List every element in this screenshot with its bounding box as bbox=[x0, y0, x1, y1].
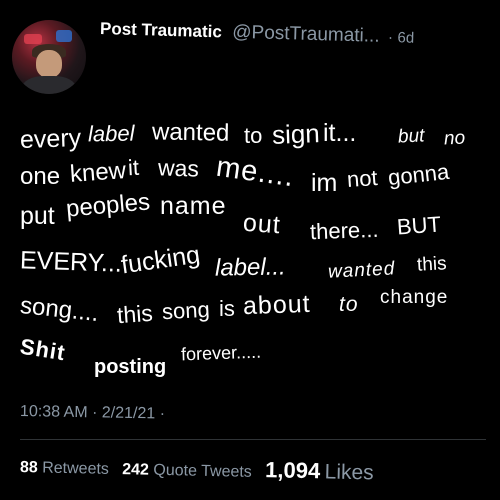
tweet-word: peoples bbox=[64, 188, 152, 223]
tweet-word: Shit bbox=[18, 333, 68, 366]
tweet-word: is bbox=[219, 296, 235, 321]
quote-tweets-count: 242 bbox=[122, 461, 150, 479]
tweet-word: but bbox=[397, 125, 425, 148]
tweet-date: 2/21/21 bbox=[101, 404, 156, 423]
tweet-word: out bbox=[242, 208, 282, 240]
tweet-word: song bbox=[161, 296, 211, 325]
likes-label: Likes bbox=[324, 460, 374, 485]
quote-tweets-label: Quote Tweets bbox=[153, 461, 252, 481]
retweets-count: 88 bbox=[19, 459, 38, 477]
tweet-word: not bbox=[346, 164, 379, 193]
tweet-word: posting bbox=[94, 356, 167, 378]
tweet-word: fucking bbox=[119, 240, 202, 280]
divider bbox=[20, 439, 486, 440]
tweet-word: put bbox=[20, 202, 55, 230]
tweet-word: song.... bbox=[18, 291, 100, 328]
tweet-word: to bbox=[244, 123, 263, 148]
tweet-word: to bbox=[339, 293, 359, 316]
tweet-time: 10:38 AM bbox=[19, 403, 88, 422]
retweets-stat[interactable]: 88 Retweets bbox=[20, 459, 109, 478]
tweet-word: label bbox=[87, 120, 135, 147]
tweet-word: sign bbox=[271, 118, 321, 150]
tweet-word: it bbox=[127, 154, 140, 181]
tweet-word: no bbox=[443, 127, 466, 150]
tweet-word: knew bbox=[69, 157, 127, 188]
tweet-word: it... bbox=[323, 119, 357, 147]
tweet-word: one bbox=[20, 163, 61, 190]
likes-stat[interactable]: 1,094 Likes bbox=[265, 457, 374, 484]
tweet-word: was bbox=[157, 154, 200, 182]
tweet-word: label... bbox=[214, 253, 286, 282]
tweet-word: BUT bbox=[396, 211, 442, 240]
meta-trail-separator: · bbox=[159, 405, 166, 423]
tweet-word: change bbox=[380, 287, 449, 308]
tweet-word: about bbox=[242, 289, 312, 321]
tweet-word: there... bbox=[309, 216, 379, 245]
tweet-word: EVERY... bbox=[19, 246, 123, 278]
quote-tweets-stat[interactable]: 242 Quote Tweets bbox=[122, 461, 252, 481]
tweet-word: im bbox=[311, 169, 338, 197]
tweet-word: this bbox=[416, 253, 448, 276]
tweet-word: name bbox=[160, 192, 227, 220]
likes-count: 1,094 bbox=[264, 457, 321, 484]
meta-separator: · bbox=[91, 404, 98, 422]
retweets-label: Retweets bbox=[42, 459, 110, 478]
tweet-timestamp[interactable]: 10:38 AM · 2/21/21 · bbox=[20, 403, 165, 424]
tweet-text: every label wanted to sign it... but no … bbox=[0, 0, 500, 500]
tweet-word: every bbox=[19, 123, 82, 155]
tweet-word: forever..... bbox=[180, 341, 262, 365]
tweet-word: wanted bbox=[327, 258, 396, 283]
tweet-word: wanted bbox=[151, 118, 230, 147]
tweet-word: gonna bbox=[386, 158, 451, 191]
tweet-word: me.... bbox=[214, 150, 297, 194]
tweet-word: this bbox=[116, 299, 154, 329]
